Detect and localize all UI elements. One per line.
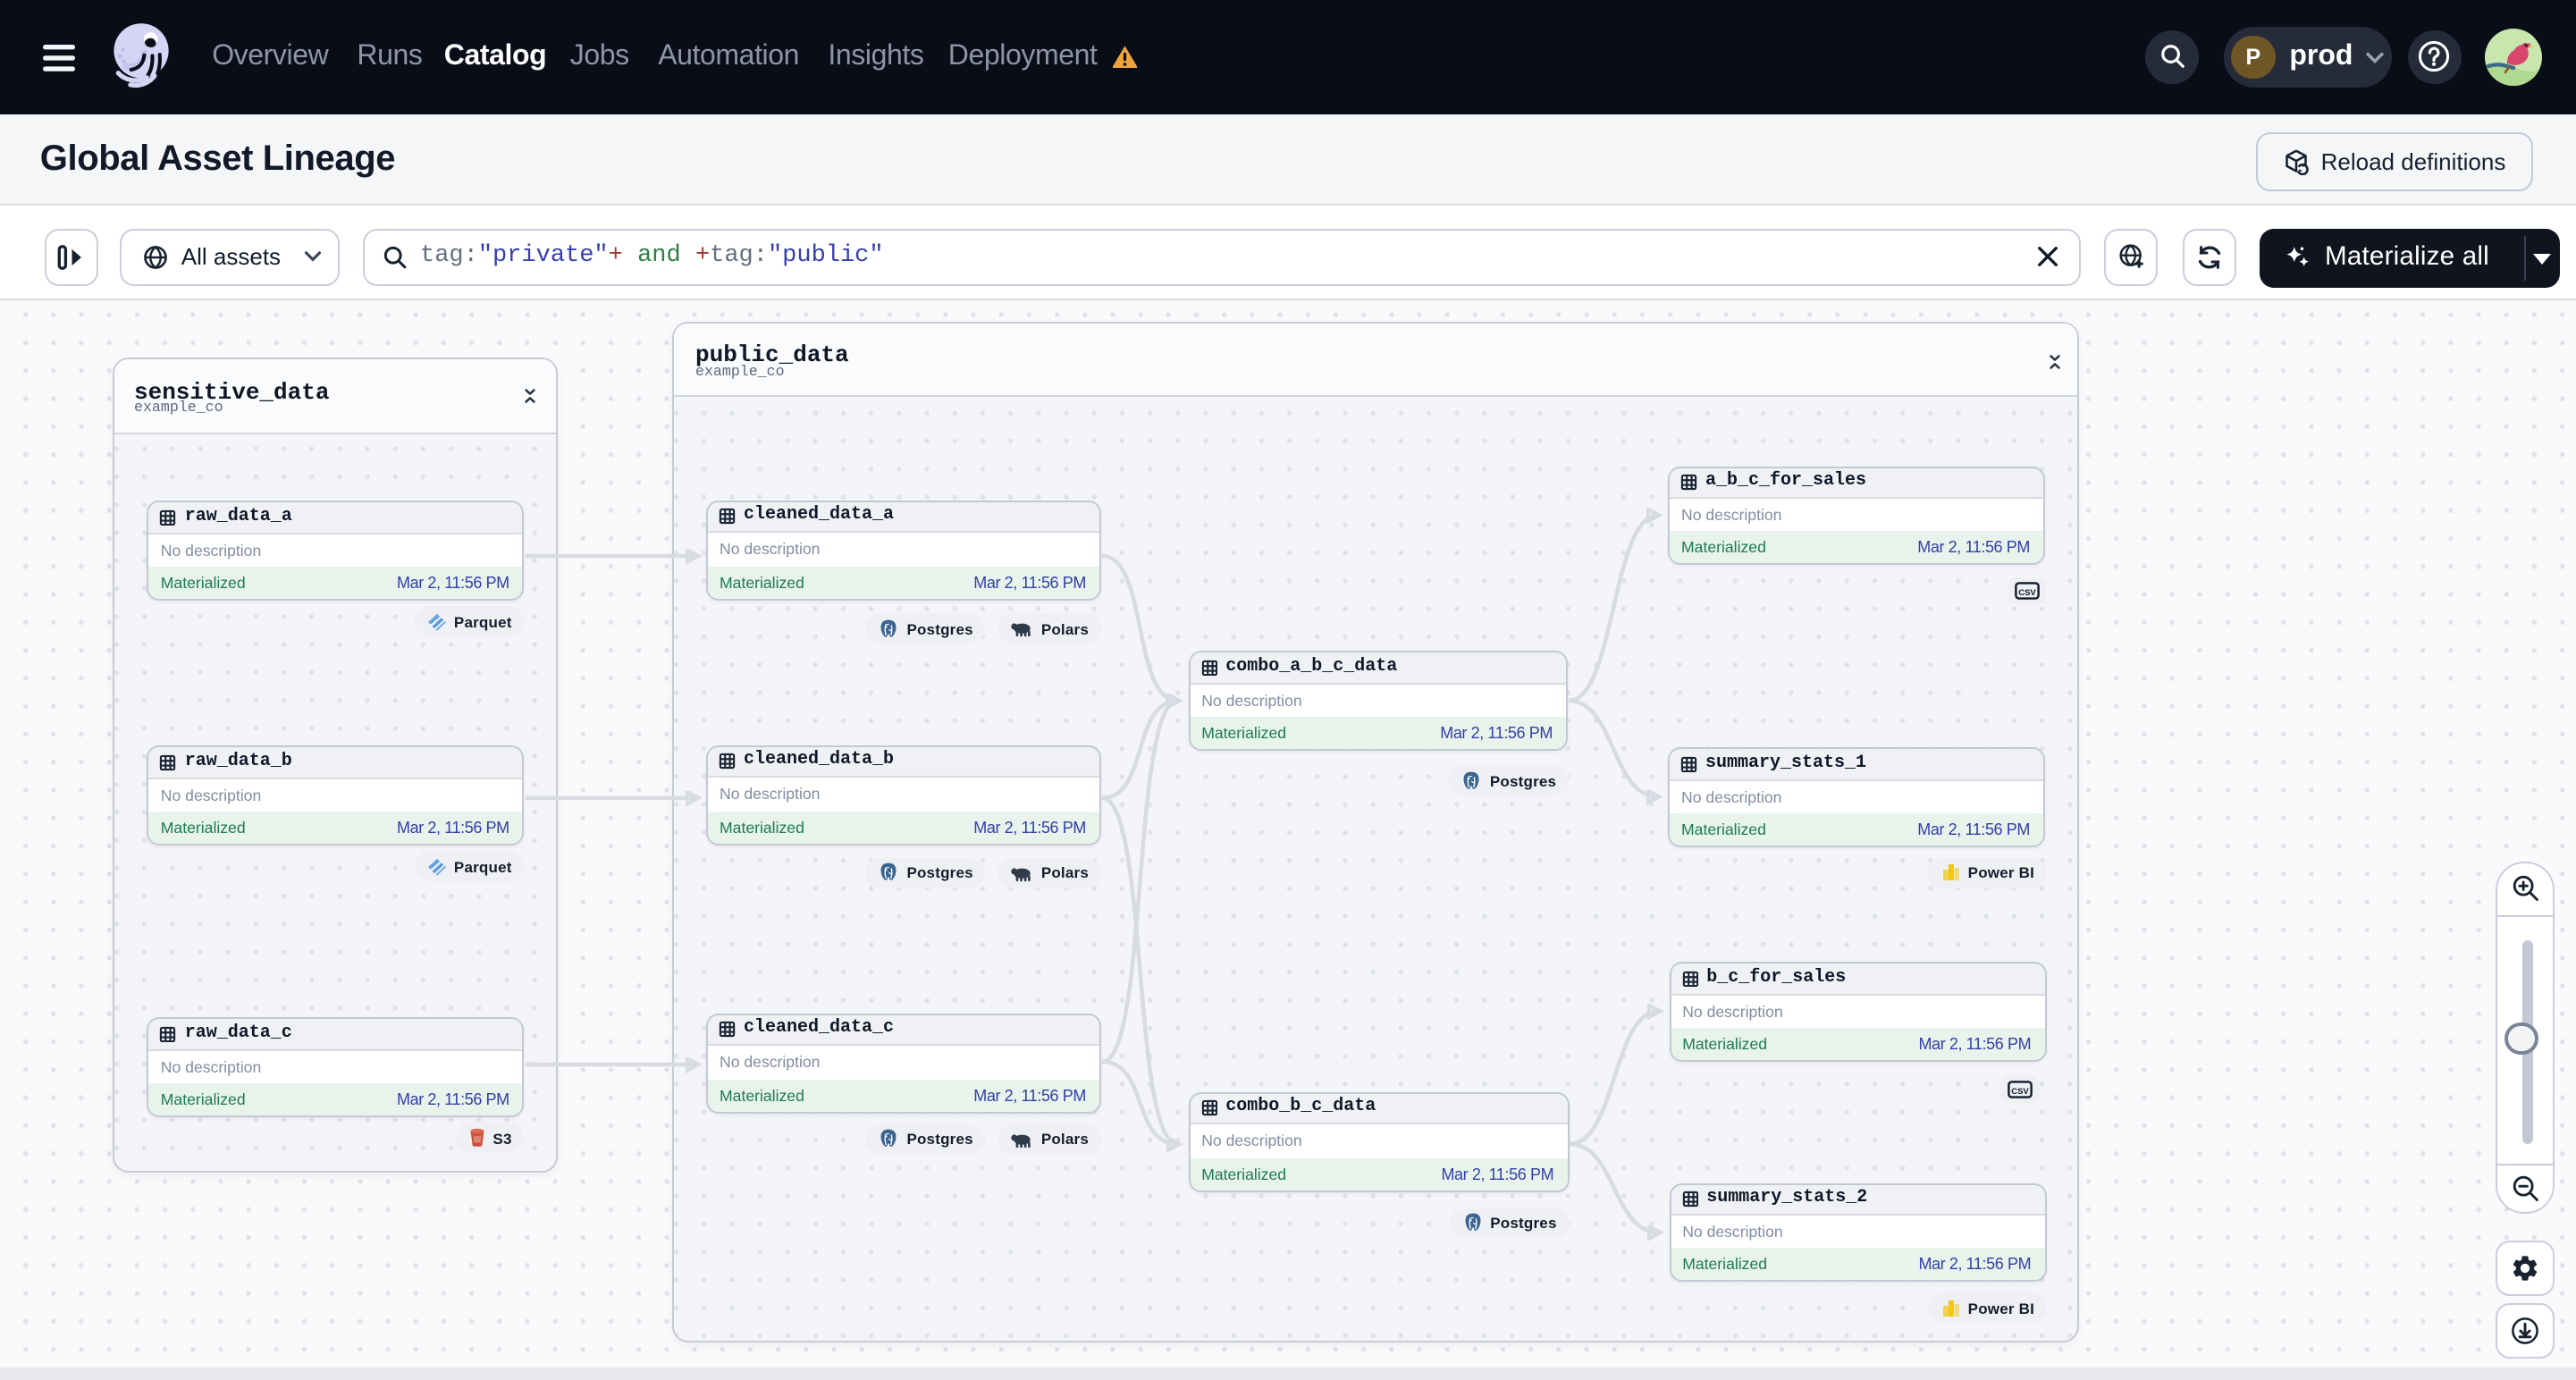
- svg-text:CSV: CSV: [2010, 1086, 2028, 1096]
- svg-text:CSV: CSV: [2018, 587, 2036, 597]
